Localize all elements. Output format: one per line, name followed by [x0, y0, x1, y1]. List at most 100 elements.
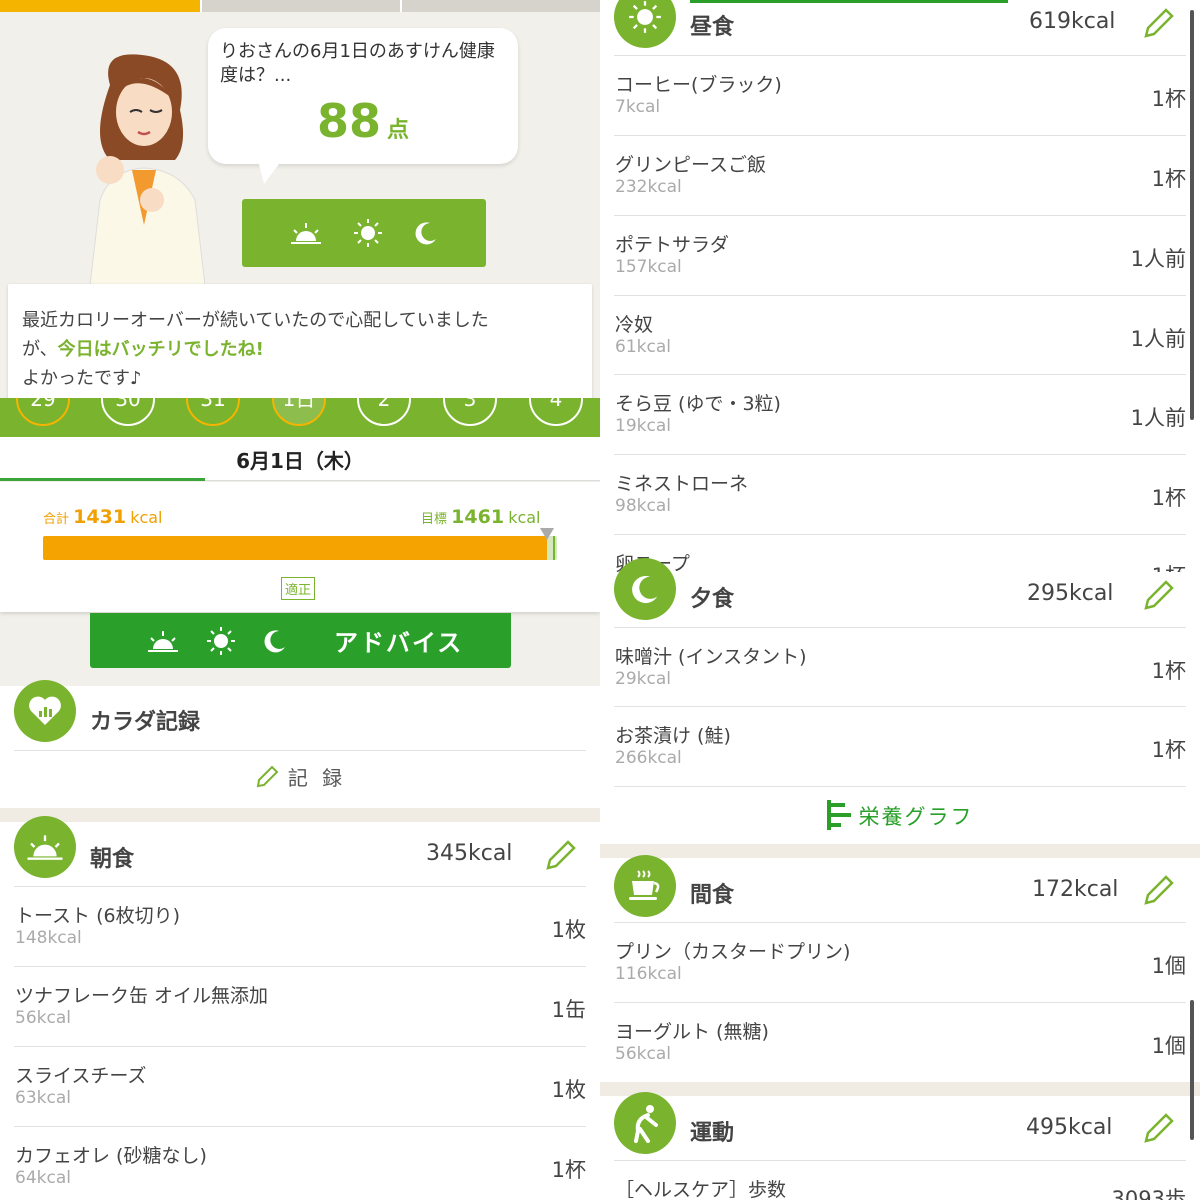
- advice-label: アドバイス: [334, 629, 464, 657]
- sunrise-icon: [14, 816, 76, 878]
- calorie-summary: 合計 1431 kcal 目標 1461 kcal 適正: [0, 482, 600, 612]
- dinner-title: 夕食: [690, 587, 735, 612]
- food-kcal: 56kcal: [615, 1044, 671, 1064]
- divider: [614, 1002, 1186, 1003]
- food-qty: 1杯: [1151, 87, 1186, 111]
- breakfast-kcal: 345kcal: [426, 841, 513, 866]
- divider: [614, 215, 1186, 216]
- section-gap: [0, 808, 600, 822]
- snack-title: 間食: [690, 883, 735, 908]
- health-score-value: 88: [316, 94, 381, 148]
- moon-icon: [264, 629, 285, 652]
- comment-line-2: が、今日はバッチリでしたね!: [22, 335, 578, 364]
- body-record-title: カラダ記録: [90, 710, 201, 735]
- divider: [614, 534, 1186, 535]
- food-kcal: 56kcal: [15, 1008, 71, 1028]
- food-name: ツナフレーク缶 オイル無添加: [15, 985, 269, 1007]
- tab-separator: [400, 0, 402, 12]
- date-circle[interactable]: 4: [529, 398, 583, 426]
- left-panel: りおさんの6月1日のあすけん健康度は？... 88 点 最近カロリーオーバーが続い…: [0, 0, 600, 1200]
- food-name: スライスチーズ: [15, 1065, 147, 1087]
- right-panel: 昼食 619kcal コーヒー(ブラック) 7kcal 1杯 グリンピースご飯 …: [600, 0, 1200, 1200]
- food-qty: 1杯: [551, 1158, 586, 1182]
- food-qty: 1個: [1151, 1034, 1186, 1058]
- edit-pencil-icon[interactable]: [1142, 6, 1176, 40]
- scrollbar[interactable]: [1190, 10, 1194, 420]
- food-name: トースト (6枚切り): [15, 905, 181, 927]
- snack-kcal: 172kcal: [1032, 877, 1119, 902]
- heart-icon: [14, 680, 76, 742]
- divider: [14, 1126, 586, 1127]
- divider: [614, 55, 1186, 56]
- calorie-progress-bar: [43, 536, 557, 560]
- food-qty: 1杯: [1151, 659, 1186, 683]
- food-kcal: 148kcal: [15, 928, 82, 948]
- breakfast-title: 朝食: [90, 847, 135, 872]
- lunch-title: 昼食: [690, 15, 735, 40]
- score-speech-bubble: りおさんの6月1日のあすけん健康度は？... 88 点: [208, 28, 518, 164]
- target-unit: kcal: [508, 508, 541, 527]
- advisor-comment: 最近カロリーオーバーが続いていたので心配していました が、今日はバッチリでしたね…: [8, 284, 592, 404]
- exercise-name: ［ヘルスケア］歩数: [615, 1179, 787, 1200]
- food-qty: 1枚: [551, 1078, 586, 1102]
- divider: [614, 706, 1186, 707]
- food-name: プリン（カスタードプリン): [615, 941, 851, 963]
- food-kcal: 29kcal: [615, 669, 671, 689]
- health-score: 88 点: [220, 94, 506, 148]
- nutrition-graph-link[interactable]: 栄養グラフ: [600, 800, 1200, 831]
- total-label: 合計: [43, 512, 70, 527]
- food-name: お茶漬け (鮭): [615, 725, 731, 747]
- meal-time-button[interactable]: [242, 199, 486, 267]
- pencil-icon: [256, 765, 279, 788]
- target-pointer: [540, 528, 554, 540]
- total-unit: kcal: [130, 508, 163, 527]
- date-circle[interactable]: 30: [101, 398, 155, 426]
- advice-button[interactable]: アドバイス: [90, 613, 511, 668]
- total-value: 1431: [73, 506, 127, 528]
- food-name: そら豆 (ゆで・3粒): [615, 393, 781, 415]
- moon-icon: [415, 222, 436, 245]
- scrollbar[interactable]: [1190, 1000, 1194, 1140]
- total-calories: 合計 1431 kcal: [43, 506, 163, 528]
- food-qty: 1枚: [551, 918, 586, 942]
- date-circle[interactable]: 29: [16, 398, 70, 426]
- comment-line-3: よかったです♪: [22, 368, 142, 389]
- food-kcal: 63kcal: [15, 1088, 71, 1108]
- date-selector-strip: 29 30 31 1日 2 3 4: [0, 398, 600, 438]
- divider: [614, 295, 1186, 296]
- food-kcal: 266kcal: [615, 748, 682, 768]
- food-kcal: 98kcal: [615, 496, 671, 516]
- score-question: りおさんの6月1日のあすけん健康度は？...: [220, 41, 495, 86]
- dinner-kcal: 295kcal: [1027, 581, 1114, 606]
- tab-active-indicator[interactable]: [0, 0, 200, 12]
- food-kcal: 7kcal: [615, 97, 661, 117]
- divider: [14, 966, 586, 967]
- tab-separator: [200, 0, 202, 12]
- edit-pencil-icon[interactable]: [1142, 578, 1176, 612]
- edit-pencil-icon[interactable]: [544, 838, 578, 872]
- food-kcal: 116kcal: [615, 964, 682, 984]
- advisor-avatar: [89, 54, 206, 285]
- exercise-qty: 3093歩: [1111, 1187, 1186, 1200]
- divider: [14, 1046, 586, 1047]
- food-kcal: 157kcal: [615, 257, 682, 277]
- speech-bubble-tail: [258, 160, 282, 184]
- sun-icon: [207, 626, 235, 655]
- edit-pencil-icon[interactable]: [1142, 873, 1176, 907]
- record-button[interactable]: 記 録: [0, 762, 600, 791]
- divider: [614, 454, 1186, 455]
- date-tab-underline: [0, 478, 205, 481]
- nutrition-graph-label: 栄養グラフ: [858, 805, 974, 829]
- target-calories: 目標 1461 kcal: [421, 506, 541, 528]
- food-qty: 1杯: [1151, 167, 1186, 191]
- food-name: カフェオレ (砂糖なし): [15, 1145, 207, 1167]
- divider: [14, 750, 586, 751]
- date-circle-selected[interactable]: 1日: [272, 398, 326, 426]
- edit-pencil-icon[interactable]: [1142, 1111, 1176, 1145]
- food-qty: 1人前: [1130, 247, 1186, 271]
- date-circle[interactable]: 3: [443, 398, 497, 426]
- date-circle[interactable]: 2: [357, 398, 411, 426]
- date-circle[interactable]: 31: [186, 398, 240, 426]
- moon-icon: [614, 558, 676, 620]
- food-name: ポテトサラダ: [615, 234, 730, 256]
